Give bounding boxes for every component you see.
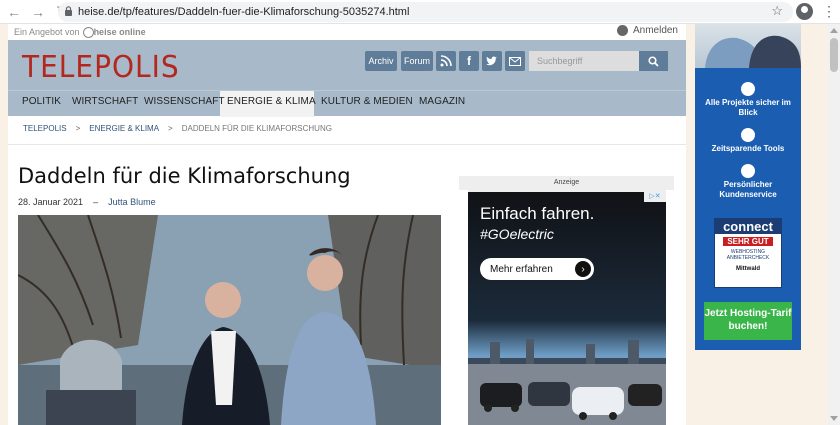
profile-avatar-icon[interactable] xyxy=(796,3,813,20)
scroll-thumb[interactable] xyxy=(830,38,838,72)
login-label: Anmelden xyxy=(632,25,678,36)
telepolis-content: Ein Angebot von heise online Anmelden TE… xyxy=(8,24,686,425)
nav-wirtschaft[interactable]: WIRTSCHAFT xyxy=(72,96,138,107)
dashboard-icon xyxy=(741,82,755,96)
article-author[interactable]: Jutta Blume xyxy=(108,197,156,207)
divider xyxy=(8,144,686,145)
ad-creative[interactable]: Einfach fahren. #GOelectric Mehr erfahre… xyxy=(468,192,666,425)
site-header: TELEPOLIS Archiv Forum f Suchbegriff xyxy=(8,40,686,90)
service-icon xyxy=(741,164,755,178)
archiv-button[interactable]: Archiv xyxy=(365,51,397,71)
article-title: Daddeln für die Klimaforschung xyxy=(18,164,351,188)
rss-icon[interactable] xyxy=(436,51,456,71)
tools-icon xyxy=(741,128,755,142)
arrow-right-icon: › xyxy=(575,261,591,277)
url-text: heise.de/tp/features/Daddeln-fuer-die-Kl… xyxy=(78,6,410,18)
nav-politik[interactable]: POLITIK xyxy=(22,96,61,107)
user-icon xyxy=(616,25,628,36)
sidebar-item-tools: Zeitsparende Tools xyxy=(695,128,801,154)
ad-cta-label: Mehr erfahren xyxy=(490,263,553,275)
webpage: Ein Angebot von heise online Anmelden TE… xyxy=(0,24,828,425)
breadcrumb-category[interactable]: ENERGIE & KLIMA xyxy=(89,124,159,133)
sidebar-advertisement[interactable]: Alle Projekte sicher im Blick Zeitsparen… xyxy=(695,24,801,350)
breadcrumb-separator: > xyxy=(168,124,173,133)
menu-kebab-icon[interactable]: ⋮ xyxy=(822,3,836,19)
connect-badge-title: connect xyxy=(715,219,781,234)
nav-kultur-medien[interactable]: KULTUR & MEDIEN xyxy=(321,96,413,107)
vertical-scrollbar[interactable] xyxy=(828,24,840,425)
twitter-icon[interactable] xyxy=(482,51,502,71)
meta-separator: – xyxy=(93,197,99,207)
sidebar-photo xyxy=(695,24,801,68)
sidebar-item-projects: Alle Projekte sicher im Blick xyxy=(695,82,801,118)
heise-logo-icon xyxy=(82,26,94,38)
search-input[interactable]: Suchbegriff xyxy=(529,51,639,71)
browser-toolbar: ← → ↻ heise.de/tp/features/Daddeln-fuer-… xyxy=(0,0,840,24)
lock-icon xyxy=(65,6,72,16)
ad-choices-icon[interactable]: ▷✕ xyxy=(644,192,666,202)
forward-button[interactable]: → xyxy=(28,2,48,22)
breadcrumb-home[interactable]: TELEPOLIS xyxy=(23,124,67,133)
connect-badge-grade: SEHR GUT xyxy=(723,237,773,246)
breadcrumb: TELEPOLIS > ENERGIE & KLIMA > DADDELN FÜ… xyxy=(23,124,332,133)
login-link[interactable]: Anmelden xyxy=(616,25,678,36)
forum-button[interactable]: Forum xyxy=(401,51,433,71)
article-meta: 28. Januar 2021 – Jutta Blume xyxy=(18,197,156,207)
address-bar[interactable]: heise.de/tp/features/Daddeln-fuer-die-Kl… xyxy=(58,2,793,22)
offer-text: Ein Angebot von xyxy=(14,27,80,37)
connect-badge-brand: Mittwald xyxy=(736,266,760,272)
article-photo xyxy=(18,215,441,425)
scroll-down-icon[interactable] xyxy=(830,416,838,421)
scroll-up-icon[interactable] xyxy=(830,28,838,33)
nav-wissenschaft[interactable]: WISSENSCHAFT xyxy=(144,96,225,107)
search-button[interactable] xyxy=(639,51,668,71)
sidebar-item-service: Persönlicher Kundenservice xyxy=(695,164,801,200)
photo-illustration xyxy=(18,215,441,425)
ad-cta-button[interactable]: Mehr erfahren › xyxy=(480,258,594,280)
facebook-icon[interactable]: f xyxy=(459,51,479,71)
ad-subtitle: #GOelectric xyxy=(480,226,554,242)
nav-energie-klima[interactable]: ENERGIE & KLIMA xyxy=(227,96,316,107)
topline: Ein Angebot von heise online Anmelden xyxy=(8,24,686,40)
heise-online-link[interactable]: heise online xyxy=(94,27,146,37)
article-date: 28. Januar 2021 xyxy=(18,197,84,207)
telepolis-logo[interactable]: TELEPOLIS xyxy=(22,49,180,85)
back-button[interactable]: ← xyxy=(4,2,24,22)
hosting-cta-button[interactable]: Jetzt Hosting-Tarif buchen! xyxy=(704,302,792,340)
mail-icon[interactable] xyxy=(505,51,525,71)
breadcrumb-separator: > xyxy=(75,124,81,133)
connect-badge: connect SEHR GUT WEBHOSTING ANBIETERCHEC… xyxy=(714,218,782,288)
breadcrumb-current: DADDELN FÜR DIE KLIMAFORSCHUNG xyxy=(181,124,332,133)
main-nav: POLITIK WIRTSCHAFT WISSENSCHAFT ENERGIE … xyxy=(8,90,686,117)
search-icon xyxy=(648,55,659,67)
connect-badge-category: WEBHOSTING ANBIETERCHECK xyxy=(726,249,770,261)
nav-magazin[interactable]: MAGAZIN xyxy=(419,96,465,107)
ad-label: Anzeige xyxy=(459,176,674,190)
advertisement[interactable]: Einfach fahren. #GOelectric Mehr erfahre… xyxy=(468,190,666,425)
ad-title: Einfach fahren. xyxy=(480,204,595,223)
bookmark-star-icon[interactable]: ☆ xyxy=(771,3,783,19)
